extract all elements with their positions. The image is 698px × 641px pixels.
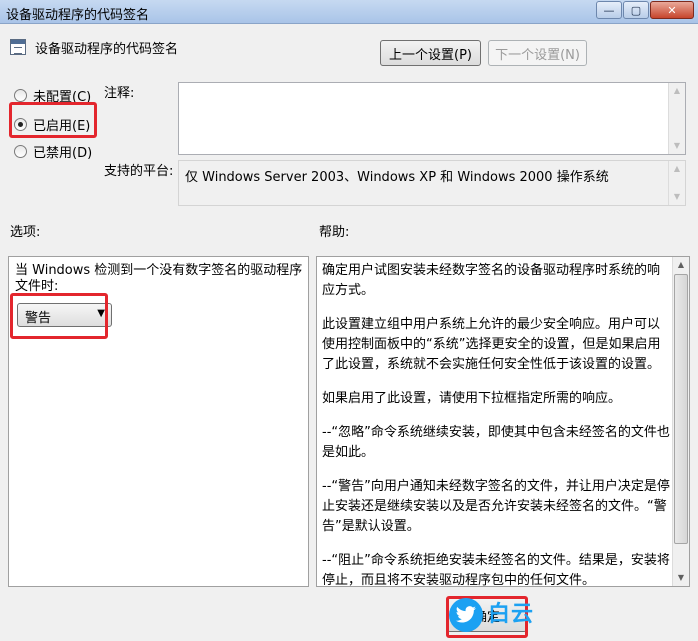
maximize-button[interactable]: ▢ (623, 1, 649, 19)
window-title: 设备驱动程序的代码签名 (6, 8, 150, 23)
help-paragraph: 如果启用了此设置，请使用下拉框指定所需的响应。 (322, 391, 622, 406)
close-button[interactable]: ✕ (650, 1, 694, 19)
scroll-down-icon[interactable]: ▼ (673, 570, 689, 586)
enabled-highlight-box (9, 102, 97, 138)
platform-label: 支持的平台: (104, 164, 174, 179)
help-text: 确定用户试图安装未经数字签名的设备驱动程序时系统的响应方式。 此设置建立组中用户… (322, 261, 670, 605)
comment-scrollbar[interactable]: ▲ ▼ (668, 83, 685, 154)
watermark-text: 白云 (488, 602, 535, 627)
platform-scrollbar[interactable]: ▲ ▼ (668, 161, 685, 205)
radio-circle[interactable] (14, 145, 27, 158)
scroll-down-icon[interactable]: ▼ (669, 138, 685, 154)
policy-setting-icon (10, 39, 26, 55)
help-paragraph: --“警告”向用户通知未经数字签名的文件，并让用户决定是停止安装还是继续安装以及… (322, 479, 670, 534)
options-label: 选项: (10, 225, 41, 240)
close-icon: ✕ (667, 3, 677, 17)
scroll-down-icon[interactable]: ▼ (669, 189, 685, 205)
minimize-button[interactable]: — (596, 1, 622, 19)
help-label: 帮助: (319, 225, 350, 240)
radio-label: 已禁用(D) (33, 146, 93, 161)
help-scrollbar[interactable]: ▲ ▼ (672, 257, 689, 586)
radio-circle[interactable] (14, 89, 27, 102)
help-paragraph: 确定用户试图安装未经数字签名的设备驱动程序时系统的响应方式。 (322, 263, 661, 298)
help-paragraph: 此设置建立组中用户系统上允许的最少安全响应。用户可以使用控制面板中的“系统”选择… (322, 317, 661, 372)
scroll-up-icon[interactable]: ▲ (673, 257, 689, 273)
next-setting-button[interactable]: 下一个设置(N) (488, 40, 587, 66)
minimize-icon: — (603, 3, 615, 17)
platform-value: 仅 Windows Server 2003、Windows XP 和 Windo… (185, 170, 609, 185)
select-highlight-box (10, 293, 108, 339)
help-paragraph: --“阻止”命令系统拒绝安装未经签名的文件。结果是，安装将停止，而且将不安装驱动… (322, 553, 670, 588)
window-controls: — ▢ ✕ (596, 1, 694, 19)
scroll-up-icon[interactable]: ▲ (669, 161, 685, 177)
title-bar: 设备驱动程序的代码签名 — ▢ ✕ (0, 0, 698, 24)
scroll-thumb[interactable] (674, 274, 688, 544)
platform-box: 仅 Windows Server 2003、Windows XP 和 Windo… (178, 160, 686, 206)
bird-icon (455, 606, 476, 623)
options-prompt: 当 Windows 检测到一个没有数字签名的驱动程序文件时: (15, 263, 303, 294)
twitter-bird-icon (449, 598, 483, 632)
help-paragraph: --“忽略”命令系统继续安装，即使其中包含未经签名的文件也是如此。 (322, 425, 670, 460)
maximize-icon: ▢ (630, 3, 642, 17)
policy-title: 设备驱动程序的代码签名 (35, 42, 179, 57)
scroll-up-icon[interactable]: ▲ (669, 83, 685, 99)
comment-textarea[interactable]: ▲ ▼ (178, 82, 686, 155)
comment-label: 注释: (104, 86, 135, 101)
previous-setting-button[interactable]: 上一个设置(P) (380, 40, 481, 66)
help-pane: 确定用户试图安装未经数字签名的设备驱动程序时系统的响应方式。 此设置建立组中用户… (316, 256, 690, 588)
radio-disabled[interactable]: 已禁用(D) (14, 142, 92, 161)
